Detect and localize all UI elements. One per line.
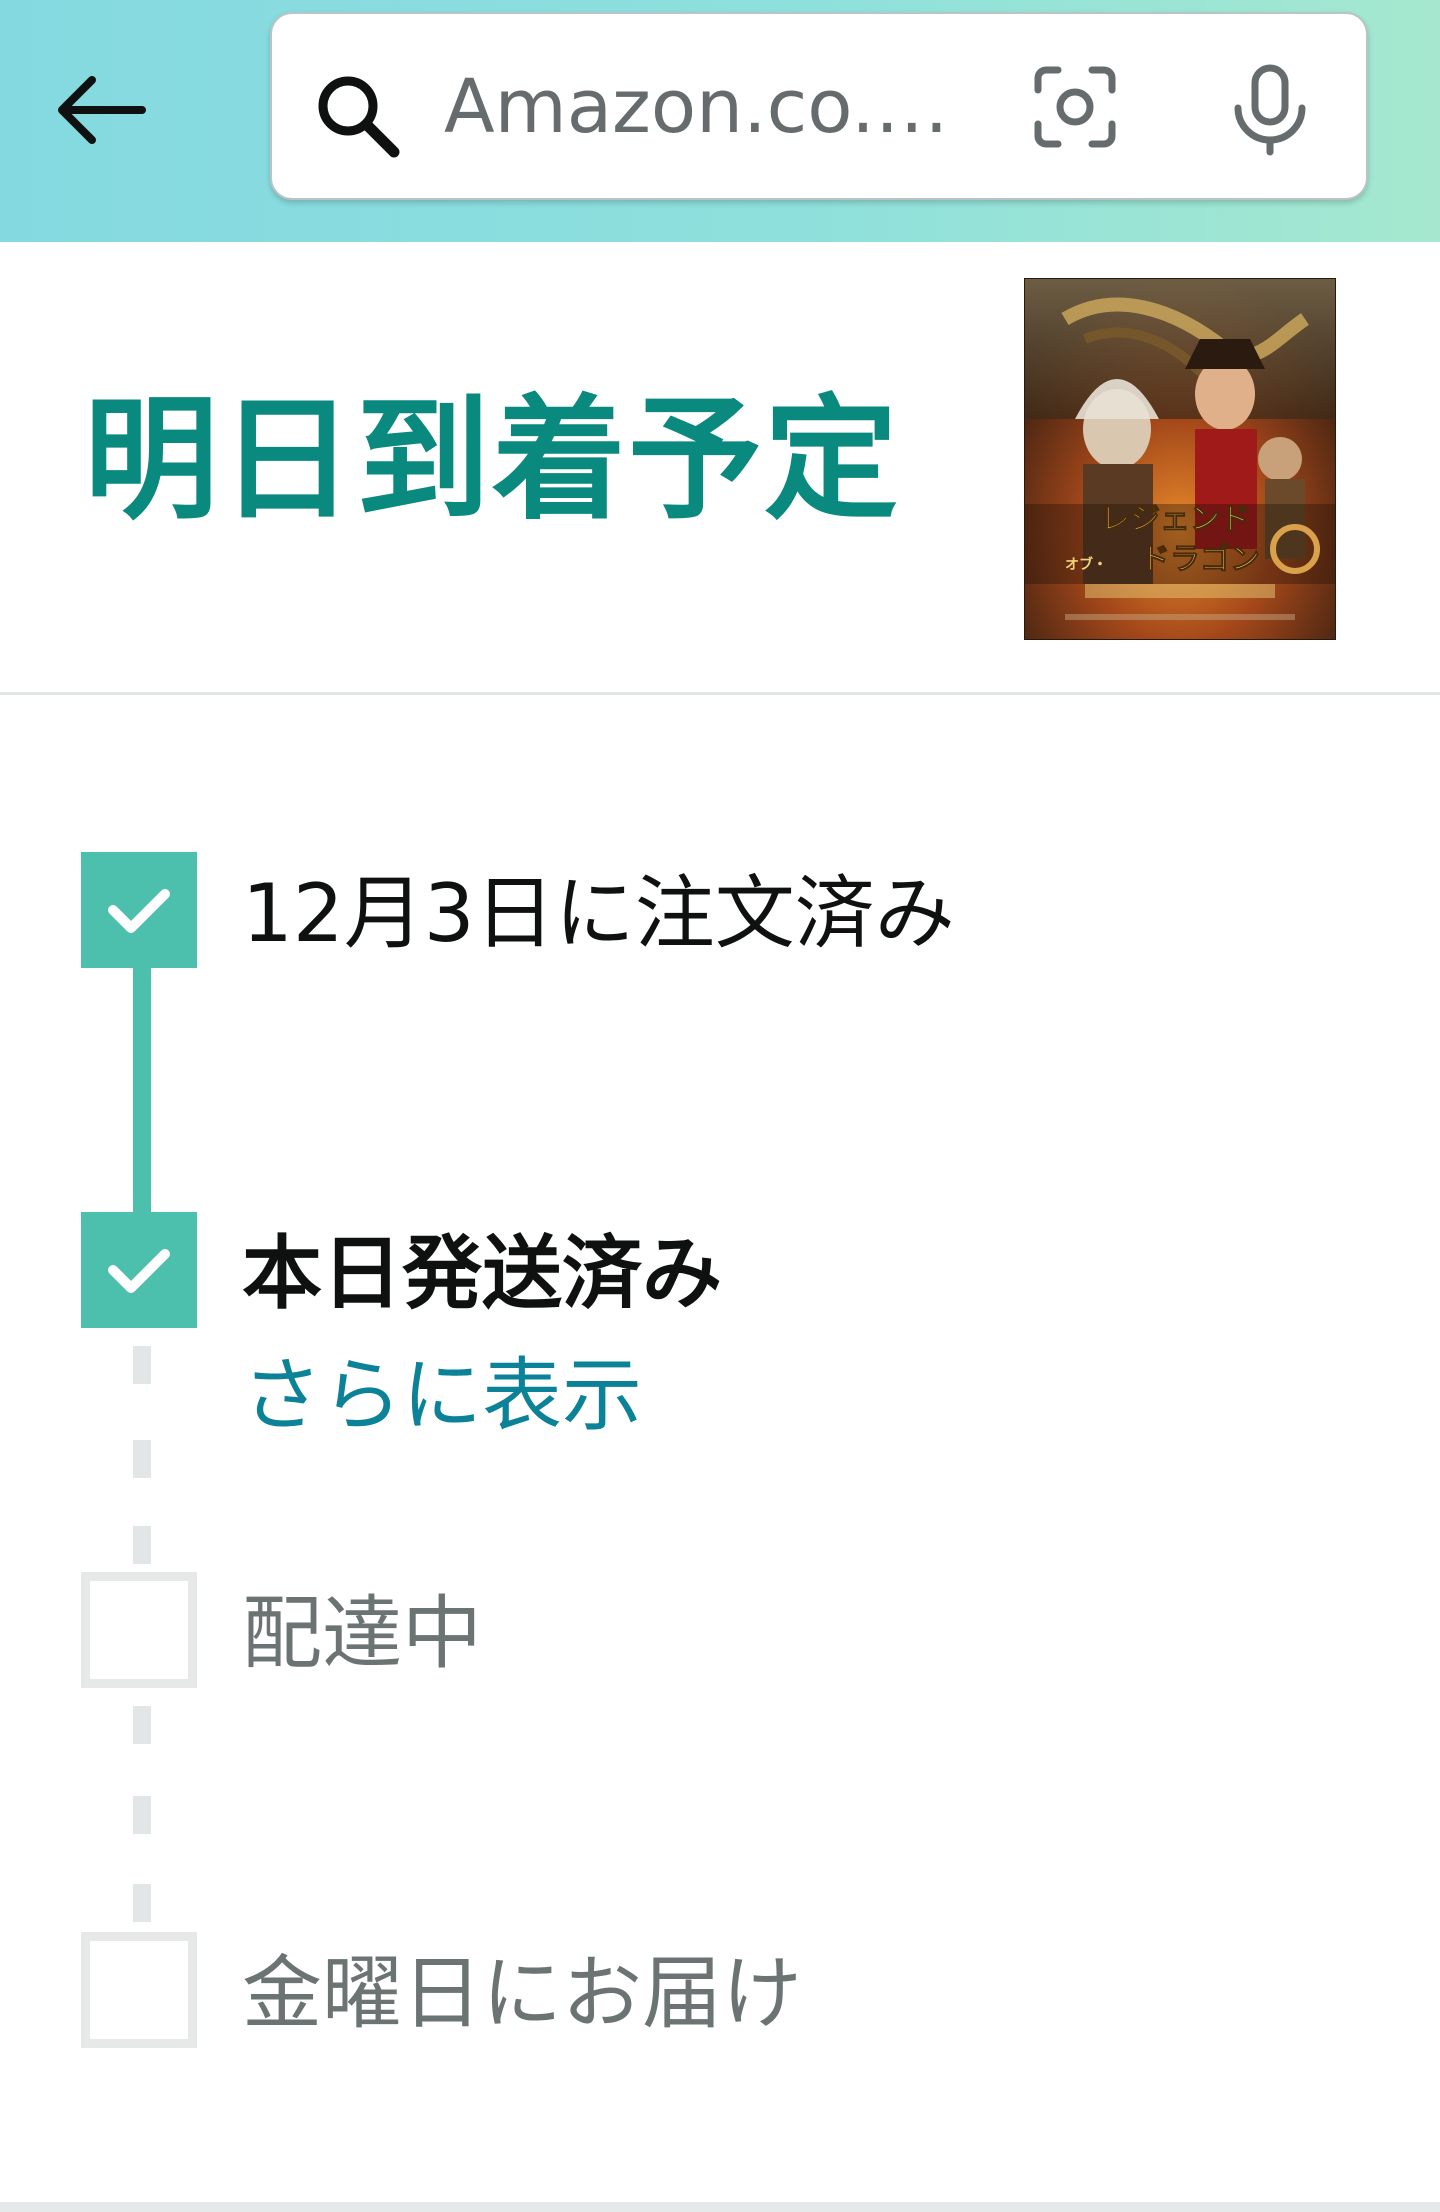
timeline-connector-dash xyxy=(133,1706,151,1744)
step-shipped-checkbox xyxy=(81,1212,197,1328)
movie-cover-image: レジェンド オブ・ ドラゴン xyxy=(1025,279,1335,639)
timeline-connector-complete xyxy=(133,960,151,1220)
timeline-connector-dash xyxy=(133,1346,151,1384)
step-delivered-checkbox xyxy=(81,1932,197,2048)
bottom-separator xyxy=(0,2202,1440,2212)
step-ordered-checkbox xyxy=(81,852,197,968)
step-shipped-label: 本日発送済み xyxy=(242,1227,722,1320)
section-divider xyxy=(0,692,1440,695)
timeline-connector-dash xyxy=(133,1526,151,1564)
thumbnail-title-line1: レジェンド xyxy=(1100,502,1250,537)
timeline-connector-dash xyxy=(133,1796,151,1834)
search-icon xyxy=(318,76,400,158)
thumbnail-title-line2: ドラゴン xyxy=(1140,542,1260,577)
thumbnail-title-line3: オブ・ xyxy=(1065,556,1107,573)
step-ordered-label: 12月3日に注文済み xyxy=(242,867,955,960)
back-arrow-icon xyxy=(58,76,146,144)
step-delivered-label: 金曜日にお届け xyxy=(242,1947,802,2040)
step-out-for-delivery-checkbox xyxy=(81,1572,197,1688)
check-icon xyxy=(108,889,170,933)
delivery-estimate-title: 明日到着予定 xyxy=(84,382,901,538)
search-bar[interactable]: Amazon.co.… xyxy=(270,12,1368,200)
check-icon xyxy=(108,1249,170,1293)
search-input[interactable]: Amazon.co.… xyxy=(444,62,974,152)
product-thumbnail[interactable]: レジェンド オブ・ ドラゴン xyxy=(1024,278,1336,640)
camera-icon[interactable] xyxy=(1032,64,1118,150)
microphone-icon[interactable] xyxy=(1230,64,1310,156)
timeline-connector-dash xyxy=(133,1440,151,1478)
show-more-link[interactable]: さらに表示 xyxy=(242,1346,642,1446)
timeline-connector-dash xyxy=(133,1884,151,1922)
back-button[interactable] xyxy=(50,70,150,150)
step-out-for-delivery-label: 配達中 xyxy=(242,1587,482,1680)
top-bar: Amazon.co.… xyxy=(0,0,1440,242)
